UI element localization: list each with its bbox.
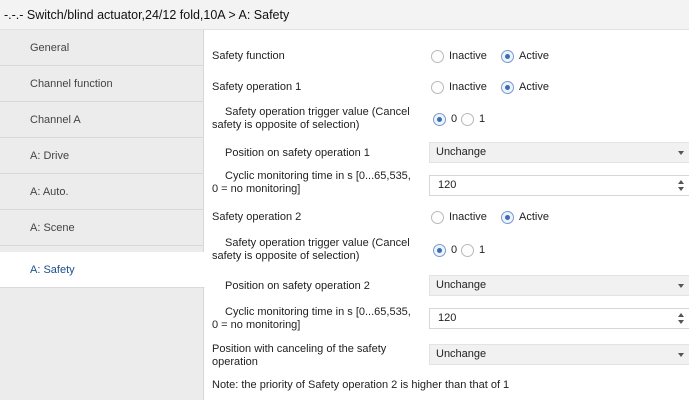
sidebar-item-channel-a[interactable]: Channel A bbox=[0, 102, 204, 138]
window-title: -.-.- Switch/blind actuator,24/12 fold,1… bbox=[0, 0, 689, 30]
radio-unchecked-icon bbox=[461, 112, 474, 126]
cyclic-monitoring-1-label-line1: Cyclic monitoring time in s [0...65,535, bbox=[225, 170, 411, 182]
spinner-value: 120 bbox=[438, 179, 457, 191]
radio-checked-icon bbox=[433, 112, 446, 126]
safety-operation-1-active-radio[interactable]: Active bbox=[501, 79, 549, 95]
radio-label: Active bbox=[519, 50, 549, 62]
trigger-value-1-label-line1: Safety operation trigger value (Cancel bbox=[225, 106, 410, 118]
sidebar: General Channel function Channel A A: Dr… bbox=[0, 30, 205, 400]
cancel-position-label-line2: operation bbox=[212, 356, 258, 368]
sidebar-item-a-safety[interactable]: A: Safety bbox=[0, 252, 205, 288]
cyclic-monitoring-2-label-line2: 0 = no monitoring] bbox=[212, 319, 301, 331]
chevron-down-icon bbox=[678, 284, 684, 288]
spin-down-icon[interactable] bbox=[678, 187, 684, 191]
safety-operation-1-inactive-radio[interactable]: Inactive bbox=[431, 79, 487, 95]
cyclic-monitoring-1-label-line2: 0 = no monitoring] bbox=[212, 183, 301, 195]
sidebar-item-a-auto[interactable]: A: Auto. bbox=[0, 174, 204, 210]
safety-operation-1-label: Safety operation 1 bbox=[212, 81, 302, 93]
radio-checked-icon bbox=[501, 210, 514, 224]
priority-note: Note: the priority of Safety operation 2… bbox=[212, 379, 510, 391]
spin-down-icon[interactable] bbox=[678, 320, 684, 324]
safety-function-label: Safety function bbox=[212, 50, 285, 62]
spin-up-icon[interactable] bbox=[678, 180, 684, 184]
radio-checked-icon bbox=[433, 243, 446, 257]
chevron-down-icon bbox=[678, 353, 684, 357]
cancel-position-dropdown[interactable]: Unchange bbox=[429, 344, 689, 365]
trigger-value-2-one-radio[interactable]: 1 bbox=[461, 242, 485, 258]
radio-checked-icon bbox=[501, 49, 514, 63]
safety-function-inactive-radio[interactable]: Inactive bbox=[431, 48, 487, 64]
radio-unchecked-icon bbox=[431, 49, 444, 63]
radio-label: 1 bbox=[479, 244, 486, 256]
dropdown-value: Unchange bbox=[436, 146, 487, 158]
spinner-value: 120 bbox=[438, 312, 457, 324]
radio-label: Inactive bbox=[449, 211, 487, 223]
dropdown-value: Unchange bbox=[436, 348, 487, 360]
safety-operation-2-active-radio[interactable]: Active bbox=[501, 209, 549, 225]
cyclic-monitoring-1-spinner[interactable]: 120 bbox=[429, 175, 689, 196]
trigger-value-1-label-line2: safety is opposite of selection) bbox=[212, 119, 360, 131]
safety-operation-2-label: Safety operation 2 bbox=[212, 211, 302, 223]
trigger-value-2-label-line1: Safety operation trigger value (Cancel bbox=[225, 237, 410, 249]
sidebar-item-a-scene[interactable]: A: Scene bbox=[0, 210, 204, 246]
safety-function-active-radio[interactable]: Active bbox=[501, 48, 549, 64]
trigger-value-2-zero-radio[interactable]: 0 bbox=[433, 242, 457, 258]
cyclic-monitoring-2-spinner[interactable]: 120 bbox=[429, 308, 689, 329]
radio-label: Inactive bbox=[449, 50, 487, 62]
position-safety-2-dropdown[interactable]: Unchange bbox=[429, 275, 689, 296]
position-safety-1-label: Position on safety operation 1 bbox=[225, 147, 370, 159]
position-safety-1-dropdown[interactable]: Unchange bbox=[429, 142, 689, 163]
safety-operation-2-inactive-radio[interactable]: Inactive bbox=[431, 209, 487, 225]
dropdown-value: Unchange bbox=[436, 279, 487, 291]
radio-label: Active bbox=[519, 81, 549, 93]
trigger-value-1-one-radio[interactable]: 1 bbox=[461, 111, 485, 127]
trigger-value-2-label-line2: safety is opposite of selection) bbox=[212, 250, 360, 262]
trigger-value-1-zero-radio[interactable]: 0 bbox=[433, 111, 457, 127]
radio-label: 0 bbox=[451, 113, 458, 125]
cancel-position-label-line1: Position with canceling of the safety bbox=[212, 343, 387, 355]
position-safety-2-label: Position on safety operation 2 bbox=[225, 280, 370, 292]
radio-label: Active bbox=[519, 211, 549, 223]
parameter-panel: Safety function Inactive Active Safety o… bbox=[205, 30, 689, 400]
radio-unchecked-icon bbox=[461, 243, 474, 257]
radio-label: Inactive bbox=[449, 81, 487, 93]
sidebar-item-channel-function[interactable]: Channel function bbox=[0, 66, 204, 102]
sidebar-item-a-drive[interactable]: A: Drive bbox=[0, 138, 204, 174]
radio-unchecked-icon bbox=[431, 80, 444, 94]
cyclic-monitoring-2-label-line1: Cyclic monitoring time in s [0...65,535, bbox=[225, 306, 411, 318]
spin-up-icon[interactable] bbox=[678, 313, 684, 317]
radio-label: 1 bbox=[479, 113, 486, 125]
radio-label: 0 bbox=[451, 244, 458, 256]
radio-checked-icon bbox=[501, 80, 514, 94]
sidebar-item-general[interactable]: General bbox=[0, 30, 204, 66]
chevron-down-icon bbox=[678, 151, 684, 155]
radio-unchecked-icon bbox=[431, 210, 444, 224]
